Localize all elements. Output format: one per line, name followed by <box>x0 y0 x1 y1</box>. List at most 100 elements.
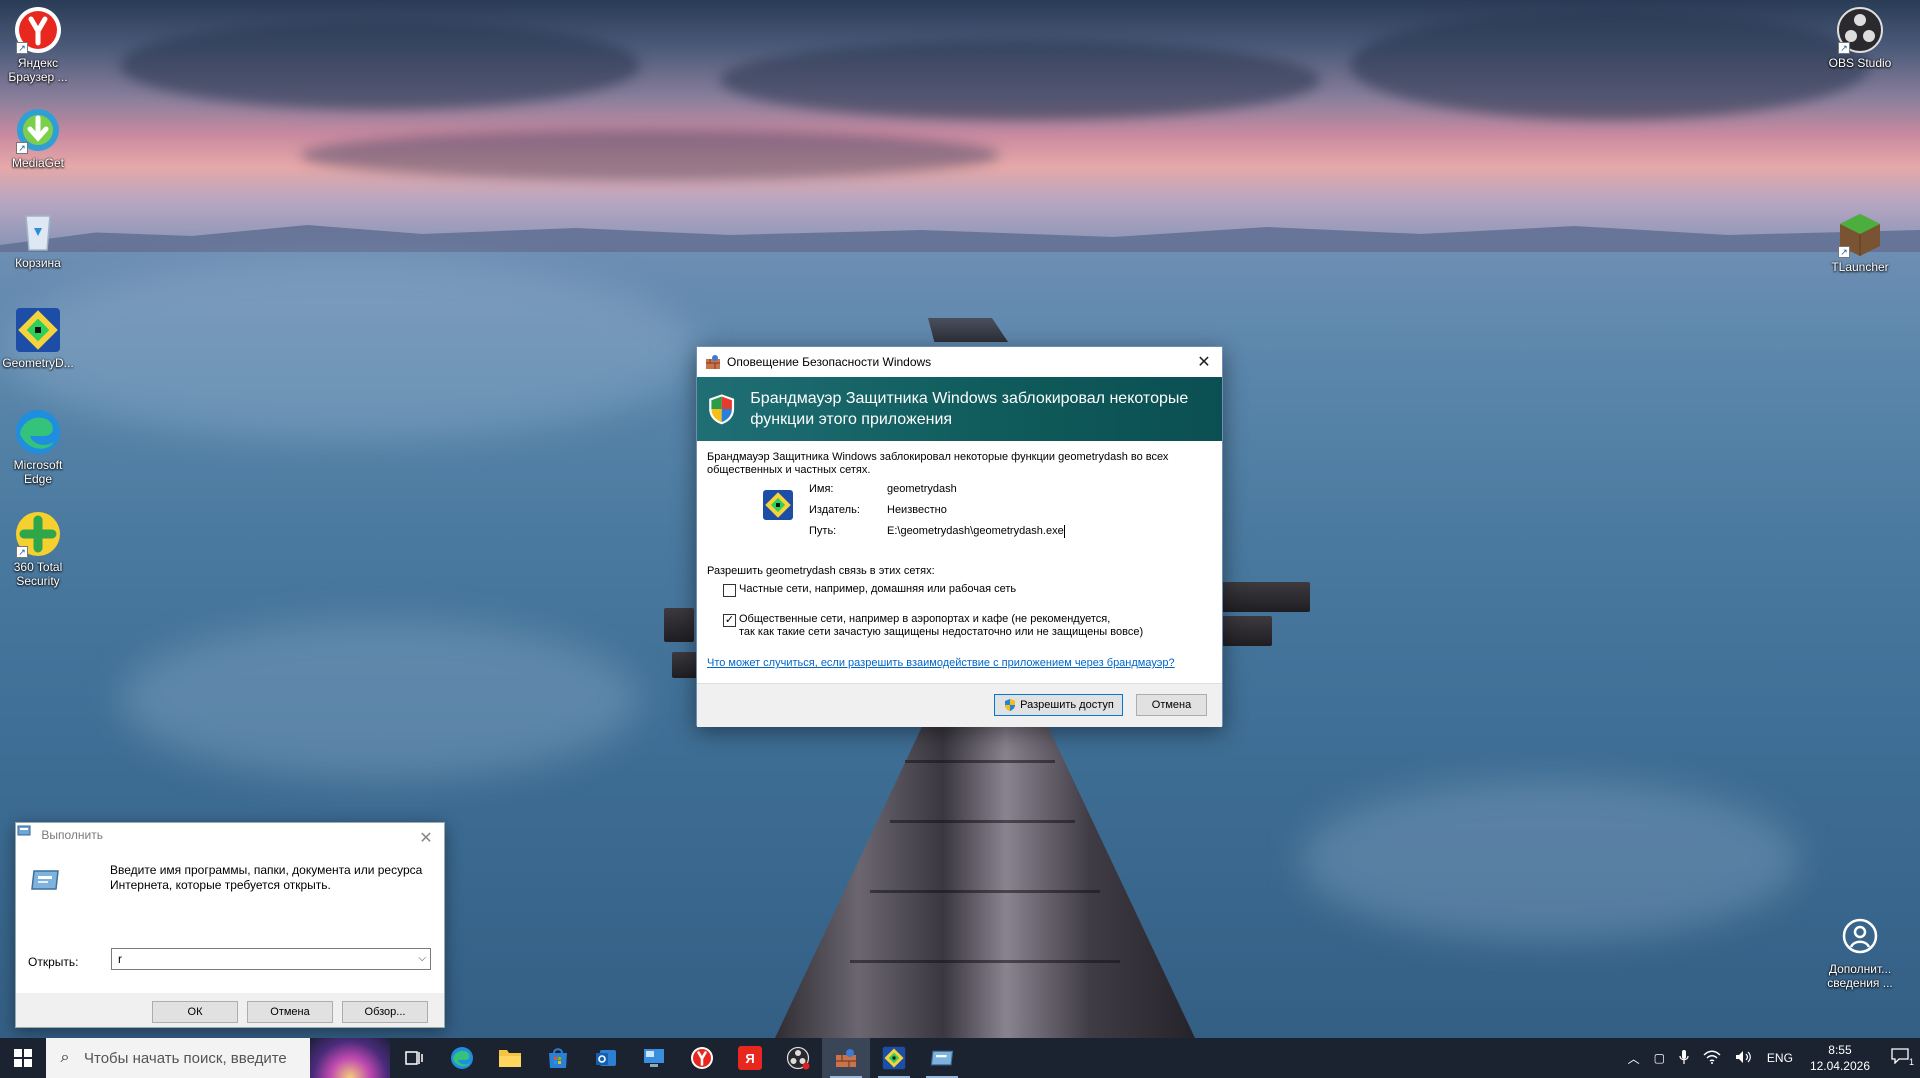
chevron-down-icon[interactable]: ⌵ <box>418 949 426 969</box>
private-networks-checkbox[interactable] <box>723 584 736 597</box>
wallpaper-cloud <box>1350 10 1870 120</box>
desktop-icon-recycle-bin[interactable]: Корзина <box>0 206 76 270</box>
desktop-icon-label: Яндекс Браузер ... <box>8 56 68 84</box>
task-view-button[interactable] <box>390 1038 438 1078</box>
desktop-icon-additional-info[interactable]: Дополнит... сведения ... <box>1822 912 1898 990</box>
taskbar-edge[interactable] <box>438 1038 486 1078</box>
notification-center-button[interactable]: 1 <box>1880 1047 1920 1069</box>
desktop-icon-label: Корзина <box>15 256 61 270</box>
recycle-bin-icon <box>14 206 62 254</box>
taskbar-yandex[interactable]: Я <box>726 1038 774 1078</box>
wallpaper-pier-slat <box>905 760 1055 763</box>
taskbar-remote-desktop[interactable] <box>630 1038 678 1078</box>
public-networks-label-line2: так как такие сети зачастую защищены нед… <box>739 626 1144 638</box>
public-networks-label-line1: Общественные сети, например в аэропортах… <box>739 613 1111 625</box>
clock-time: 8:55 <box>1828 1043 1852 1057</box>
path-value[interactable]: E:\geometrydash\geometrydash.exe <box>887 525 1064 538</box>
taskbar-geometry-dash[interactable] <box>870 1038 918 1078</box>
allow-access-label: Разрешить доступ <box>1020 699 1114 711</box>
dialog-footer: Разрешить доступ Отмена <box>697 683 1222 727</box>
public-networks-label: Общественные сети, например в аэропортах… <box>739 613 1143 639</box>
allow-title: Разрешить geometrydash связь в этих сетя… <box>707 565 935 577</box>
cancel-button[interactable]: Отмена <box>1136 694 1207 716</box>
wallpaper-pier-post <box>1222 616 1272 646</box>
run-titlebar[interactable]: Выполнить ✕ <box>16 823 444 851</box>
uac-shield-icon <box>1005 699 1016 711</box>
run-title: Выполнить <box>41 828 103 842</box>
desktop-icon-360-security[interactable]: ↗ 360 Total Security <box>0 510 76 588</box>
wallpaper-reflection <box>0 260 700 440</box>
shortcut-arrow-icon: ↗ <box>16 142 28 154</box>
geometry-dash-icon <box>763 490 793 520</box>
device-icon[interactable]: ▢ <box>1647 1051 1672 1065</box>
run-dialog: Выполнить ✕ Введите имя программы, папки… <box>15 822 445 1028</box>
shortcut-arrow-icon: ↗ <box>1838 246 1850 258</box>
language-indicator[interactable]: ENG <box>1760 1051 1800 1065</box>
desktop-icon-label: Дополнит... сведения ... <box>1827 962 1893 990</box>
dialog-title: Оповещение Безопасности Windows <box>727 355 932 369</box>
run-cancel-button[interactable]: Отмена <box>247 1001 333 1023</box>
shortcut-arrow-icon: ↗ <box>1838 42 1850 54</box>
run-icon <box>930 1050 954 1066</box>
taskbar-run[interactable] <box>918 1038 966 1078</box>
clock[interactable]: 8:55 12.04.2026 <box>1800 1042 1880 1074</box>
desktop-icon-obs[interactable]: ↗ OBS Studio <box>1822 6 1898 70</box>
taskbar: ⌕ Чтобы начать поиск, введите Я ︿ ▢ ENG … <box>0 1038 1920 1078</box>
firewall-help-link[interactable]: Что может случиться, если разрешить взаи… <box>707 657 1212 669</box>
mediaget-icon: ↗ <box>14 106 62 154</box>
taskbar-outlook[interactable] <box>582 1038 630 1078</box>
taskbar-file-explorer[interactable] <box>486 1038 534 1078</box>
run-description: Введите имя программы, папки, документа … <box>110 863 423 892</box>
desktop-icon-label: GeometryD... <box>2 356 74 370</box>
shortcut-arrow-icon: ↗ <box>16 546 28 558</box>
dialog-titlebar[interactable]: Оповещение Безопасности Windows ✕ <box>697 347 1222 377</box>
publisher-label: Издатель: <box>809 504 860 516</box>
desktop-icon-label: Microsoft Edge <box>13 458 63 486</box>
desktop-icon-geometry-dash[interactable]: GeometryD... <box>0 306 76 370</box>
browse-button[interactable]: Обзор... <box>342 1001 428 1023</box>
close-icon[interactable]: ✕ <box>1186 347 1222 377</box>
public-networks-option[interactable]: ✓ Общественные сети, например в аэропорт… <box>723 613 1212 639</box>
search-highlight-image <box>310 1038 390 1078</box>
publisher-value: Неизвестно <box>887 504 947 516</box>
open-label: Открыть: <box>28 955 79 969</box>
wifi-icon[interactable] <box>1696 1050 1728 1067</box>
show-hidden-icons-chevron-icon[interactable]: ︿ <box>1621 1050 1647 1067</box>
run-cancel-label: Отмена <box>270 1006 310 1018</box>
name-label: Имя: <box>809 483 834 495</box>
taskbar-yandex-browser[interactable] <box>678 1038 726 1078</box>
app-info: Имя: geometrydash Издатель: Неизвестно П… <box>707 483 1212 553</box>
taskbar-search[interactable]: ⌕ Чтобы начать поиск, введите <box>46 1038 390 1078</box>
taskbar-security-alert[interactable] <box>822 1038 870 1078</box>
wallpaper-cloud <box>300 130 1000 180</box>
mail-icon <box>596 1050 616 1066</box>
obs-icon <box>786 1046 810 1070</box>
taskbar-obs[interactable] <box>774 1038 822 1078</box>
private-networks-label: Частные сети, например, домашняя или раб… <box>739 583 1017 595</box>
taskbar-store[interactable] <box>534 1038 582 1078</box>
obs-icon: ↗ <box>1836 6 1884 54</box>
desktop-icon-label: 360 Total Security <box>13 560 63 588</box>
allow-access-button[interactable]: Разрешить доступ <box>994 694 1123 716</box>
wallpaper-pier-post <box>1222 582 1310 612</box>
path-label: Путь: <box>809 525 837 537</box>
start-button[interactable] <box>0 1038 46 1078</box>
close-icon[interactable]: ✕ <box>408 823 444 853</box>
run-input[interactable]: r ⌵ <box>111 948 431 970</box>
public-networks-checkbox[interactable]: ✓ <box>723 614 736 627</box>
private-networks-option[interactable]: Частные сети, например, домашняя или раб… <box>723 583 1212 597</box>
yandex-browser-icon: ↗ <box>14 6 62 54</box>
ok-button[interactable]: ОК <box>152 1001 238 1023</box>
text-cursor <box>1063 525 1065 538</box>
desktop-icon-tlauncher[interactable]: ↗ TLauncher <box>1822 210 1898 274</box>
desktop-icon-yandex-browser[interactable]: ↗ Яндекс Браузер ... <box>0 6 76 84</box>
volume-icon[interactable] <box>1728 1050 1760 1067</box>
microphone-icon[interactable] <box>1672 1049 1696 1068</box>
wallpaper-reflection <box>120 620 640 780</box>
desktop-icon-mediaget[interactable]: ↗ MediaGet <box>0 106 76 170</box>
task-view-icon <box>405 1051 423 1065</box>
yandex-browser-icon <box>691 1047 713 1069</box>
edge-icon <box>451 1047 473 1069</box>
desktop-icon-label: TLauncher <box>1831 260 1889 274</box>
desktop-icon-edge[interactable]: Microsoft Edge <box>0 408 76 486</box>
